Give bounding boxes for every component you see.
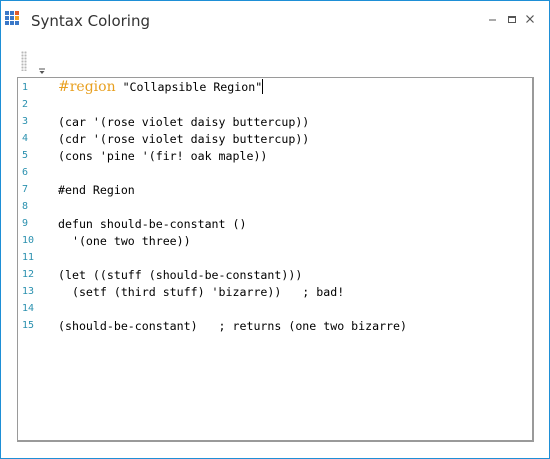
- line-number: 14: [22, 303, 35, 314]
- code-line[interactable]: 13 (setf (third stuff) 'bizarre)) ; bad!: [18, 284, 532, 301]
- code-line[interactable]: 7 #end Region: [18, 182, 532, 199]
- close-icon: [526, 15, 534, 23]
- line-number: 7: [22, 184, 29, 195]
- line-number: 1: [22, 82, 29, 93]
- line-number: 6: [22, 167, 29, 178]
- code-text: (cons 'pine '(fir! oak maple)): [58, 149, 268, 163]
- code-text: defun should-be-constant (): [58, 217, 247, 231]
- syntax-coloring-window: Syntax Coloring 1 #region "Collapsible R…: [0, 0, 550, 459]
- code-line[interactable]: 1 #region "Collapsible Region": [18, 79, 532, 97]
- code-text: (car '(rose violet daisy buttercup)): [58, 115, 310, 129]
- title-bar[interactable]: Syntax Coloring: [1, 1, 549, 41]
- code-text: #end Region: [58, 183, 135, 197]
- line-number: 4: [22, 133, 29, 144]
- overflow-chevron-icon: [39, 68, 45, 74]
- code-line[interactable]: 4 (cdr '(rose violet daisy buttercup)): [18, 131, 532, 148]
- code-line[interactable]: 5 (cons 'pine '(fir! oak maple)): [18, 148, 532, 165]
- text-caret: [262, 79, 264, 94]
- close-button[interactable]: [522, 11, 538, 27]
- code-line[interactable]: 8: [18, 199, 532, 216]
- line-number: 11: [22, 252, 35, 263]
- code-line[interactable]: 2: [18, 97, 532, 114]
- line-number: 15: [22, 320, 35, 331]
- line-number: 9: [22, 218, 29, 229]
- line-number: 12: [22, 269, 35, 280]
- maximize-button[interactable]: [504, 11, 520, 27]
- line-number: 3: [22, 116, 29, 127]
- minimize-button[interactable]: [485, 11, 501, 27]
- line-number: 8: [22, 201, 29, 212]
- line-number: 5: [22, 150, 29, 161]
- minimize-icon: [489, 19, 496, 21]
- code-text: (setf (third stuff) 'bizarre)) ; bad!: [58, 285, 345, 299]
- code-line[interactable]: 12 (let ((stuff (should-be-constant))): [18, 267, 532, 284]
- line-number: 13: [22, 286, 35, 297]
- code-text: (should-be-constant) ; returns (one two …: [58, 319, 408, 333]
- code-text: (cdr '(rose violet daisy buttercup)): [58, 132, 310, 146]
- code-text: '(one two three)): [58, 234, 191, 248]
- grip-handle[interactable]: [21, 51, 27, 71]
- code-line[interactable]: 3 (car '(rose violet daisy buttercup)): [18, 114, 532, 131]
- code-text: #region "Collapsible Region": [58, 79, 264, 95]
- maximize-icon: [508, 16, 516, 23]
- line-number: 2: [22, 99, 29, 110]
- region-name-string: "Collapsible Region": [122, 80, 263, 94]
- code-line[interactable]: 11: [18, 250, 532, 267]
- editor-toolbar: [17, 49, 57, 75]
- code-line[interactable]: 14: [18, 301, 532, 318]
- code-line[interactable]: 10 '(one two three)): [18, 233, 532, 250]
- code-editor[interactable]: 1 #region "Collapsible Region" 2 3 (car '(ro…: [17, 77, 534, 442]
- grid-app-icon: [5, 11, 20, 26]
- code-text: (let ((stuff (should-be-constant))): [58, 268, 303, 282]
- window-title: Syntax Coloring: [31, 12, 150, 30]
- line-number: 10: [22, 235, 35, 246]
- overflow-button[interactable]: [37, 63, 47, 74]
- code-line[interactable]: 9 defun should-be-constant (): [18, 216, 532, 233]
- region-keyword: #region: [58, 79, 116, 95]
- code-line[interactable]: 15 (should-be-constant) ; returns (one tw…: [18, 318, 532, 335]
- code-line[interactable]: 6: [18, 165, 532, 182]
